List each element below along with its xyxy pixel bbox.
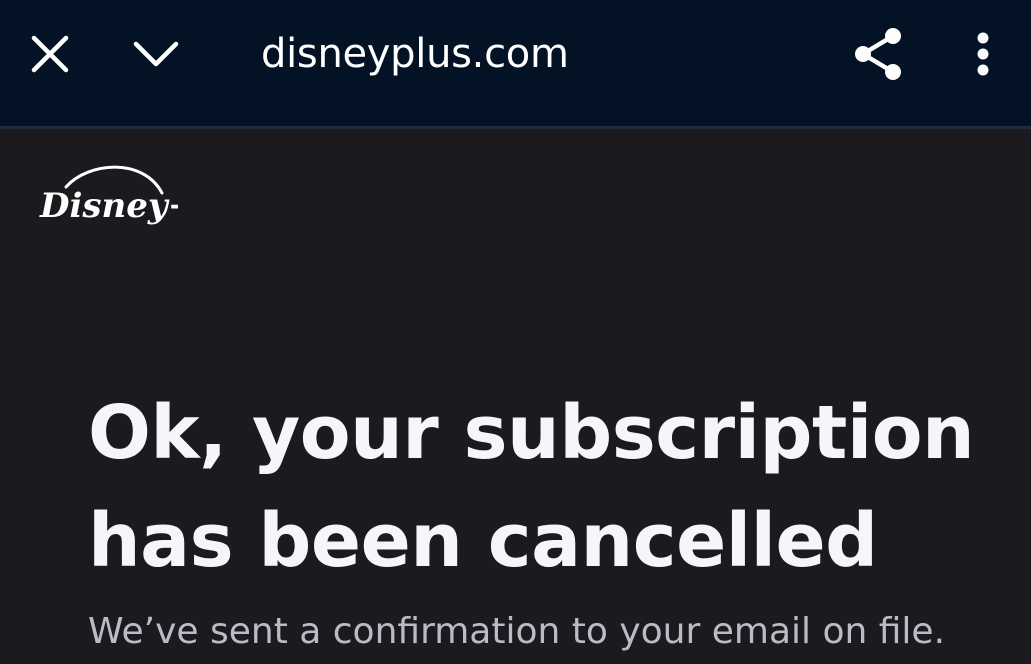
- url-display[interactable]: disneyplus.com: [261, 28, 569, 80]
- chevron-down-icon: [133, 41, 179, 67]
- share-icon: [855, 28, 901, 80]
- logo-wordmark: Disney+: [39, 186, 178, 226]
- more-options-button[interactable]: [953, 24, 1013, 84]
- page-title: Ok, your subscription has been cancelled: [88, 379, 988, 595]
- share-button[interactable]: [848, 24, 908, 84]
- page-content: Disney+ Ok, your subscription has been c…: [0, 129, 1031, 664]
- more-vertical-icon: [977, 32, 989, 76]
- collapse-button[interactable]: [126, 24, 186, 84]
- confirmation-message: We’ve sent a confirmation to your email …: [88, 611, 946, 652]
- headline-line-1: Ok, your subscription: [88, 390, 975, 476]
- logo-graphic: Disney+: [39, 165, 196, 226]
- headline-line-2: has been cancelled: [88, 498, 878, 584]
- close-button[interactable]: [20, 24, 80, 84]
- browser-toolbar: disneyplus.com: [0, 0, 1031, 129]
- close-icon: [31, 35, 69, 73]
- disney-plus-logo[interactable]: Disney+: [38, 157, 196, 237]
